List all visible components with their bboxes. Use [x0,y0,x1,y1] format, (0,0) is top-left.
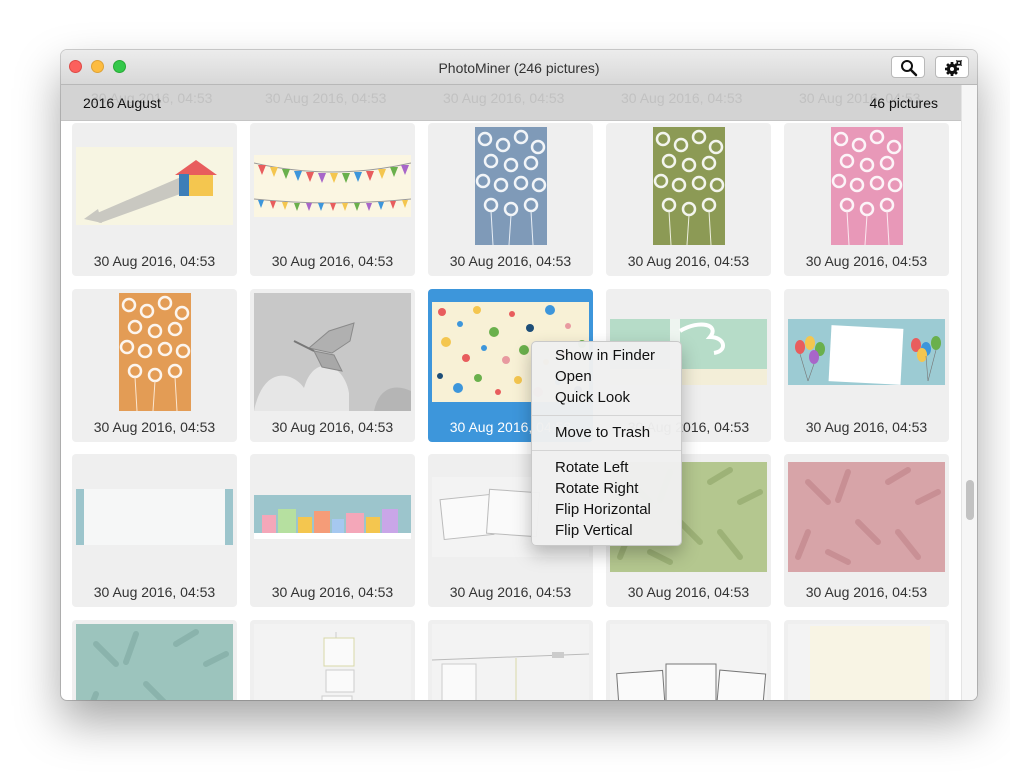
photo-tile[interactable]: 30 Aug 2016, 04:53 [250,123,415,276]
photo-grid: 30 Aug 2016, 04:53 30 Aug 2016, 04:53 30… [61,120,961,700]
gear-icon [945,59,963,76]
photo-thumbnail [254,458,411,576]
photo-caption: 30 Aug 2016, 04:53 [93,253,216,269]
section-header: 30 Aug 2016, 04:53 30 Aug 2016, 04:53 30… [61,85,961,121]
menu-item-show-in-finder[interactable]: Show in Finder [555,346,655,366]
photo-tile[interactable]: 30 Aug 2016, 04:53 [784,454,949,607]
menu-item-flip-horizontal[interactable]: Flip Horizontal [555,500,651,520]
settings-button[interactable] [935,56,969,78]
photo-caption: 30 Aug 2016, 04:53 [271,584,394,600]
photo-caption: 30 Aug 2016, 04:53 [627,253,750,269]
photo-caption: 30 Aug 2016, 04:53 [805,419,928,435]
menu-item-rotate-right[interactable]: Rotate Right [555,479,638,499]
photo-tile[interactable]: 30 Aug 2016, 04:53 [72,289,237,442]
photo-thumbnail [254,624,411,700]
photo-thumbnail [788,293,945,411]
photo-caption: 30 Aug 2016, 04:53 [93,584,216,600]
photo-caption: 30 Aug 2016, 04:53 [271,253,394,269]
menu-item-move-to-trash[interactable]: Move to Trash [555,423,650,443]
photo-tile[interactable]: 30 Aug 2016, 04:53 [784,289,949,442]
photo-thumbnail [432,624,589,700]
photo-thumbnail [432,127,589,245]
photo-caption: 30 Aug 2016, 04:53 [805,584,928,600]
menu-separator [532,450,681,451]
window-title: PhotoMiner (246 pictures) [438,60,600,76]
ghost-caption: 30 Aug 2016, 04:53 [621,90,743,106]
photo-tile[interactable]: 30 Aug 2016, 04:53 [606,123,771,276]
photo-thumbnail [254,293,411,411]
photo-tile[interactable]: 30 Aug 2016, 04:53 [250,454,415,607]
photo-caption: 30 Aug 2016, 04:53 [449,584,572,600]
photo-tile[interactable] [784,620,949,700]
photo-caption: 30 Aug 2016, 04:53 [805,253,928,269]
vertical-scrollbar[interactable] [961,85,977,700]
photo-thumbnail [788,127,945,245]
photo-tile[interactable]: 30 Aug 2016, 04:53 [428,123,593,276]
photo-thumbnail [610,624,767,700]
ghost-caption: 30 Aug 2016, 04:53 [265,90,387,106]
search-button[interactable] [891,56,925,78]
photo-thumbnail [76,127,233,245]
photo-tile[interactable]: 30 Aug 2016, 04:53 [72,454,237,607]
photo-thumbnail [76,624,233,700]
scrollbar-thumb[interactable] [966,480,974,520]
photo-thumbnail [76,458,233,576]
menu-separator [532,415,681,416]
photo-caption: 30 Aug 2016, 04:53 [627,584,750,600]
photo-tile[interactable]: 30 Aug 2016, 04:53 [784,123,949,276]
title-bar: PhotoMiner (246 pictures) [61,50,977,85]
menu-item-open[interactable]: Open [555,367,592,387]
search-icon [901,60,918,77]
section-title: 2016 August [83,95,161,111]
section-picture-count: 46 pictures [869,95,938,111]
photo-thumbnail [788,458,945,576]
context-menu: Show in Finder Open Quick Look Move to T… [531,341,682,546]
photo-caption: 30 Aug 2016, 04:53 [93,419,216,435]
menu-item-rotate-left[interactable]: Rotate Left [555,458,628,478]
photo-caption: 30 Aug 2016, 04:53 [449,253,572,269]
menu-item-quick-look[interactable]: Quick Look [555,388,630,408]
photo-thumbnail [76,293,233,411]
photo-caption: 30 Aug 2016, 04:53 [271,419,394,435]
photo-tile[interactable]: 30 Aug 2016, 04:53 [72,123,237,276]
photo-tile[interactable] [428,620,593,700]
photo-tile[interactable]: 30 Aug 2016, 04:53 [250,289,415,442]
app-window: PhotoMiner (246 pictures) 30 Aug 2016, 0… [61,50,977,700]
menu-item-flip-vertical[interactable]: Flip Vertical [555,521,633,541]
photo-thumbnail [610,127,767,245]
photo-tile[interactable] [250,620,415,700]
photo-thumbnail [254,127,411,245]
photo-tile[interactable] [606,620,771,700]
photo-tile[interactable] [72,620,237,700]
photo-thumbnail [788,624,945,700]
ghost-caption: 30 Aug 2016, 04:53 [443,90,565,106]
